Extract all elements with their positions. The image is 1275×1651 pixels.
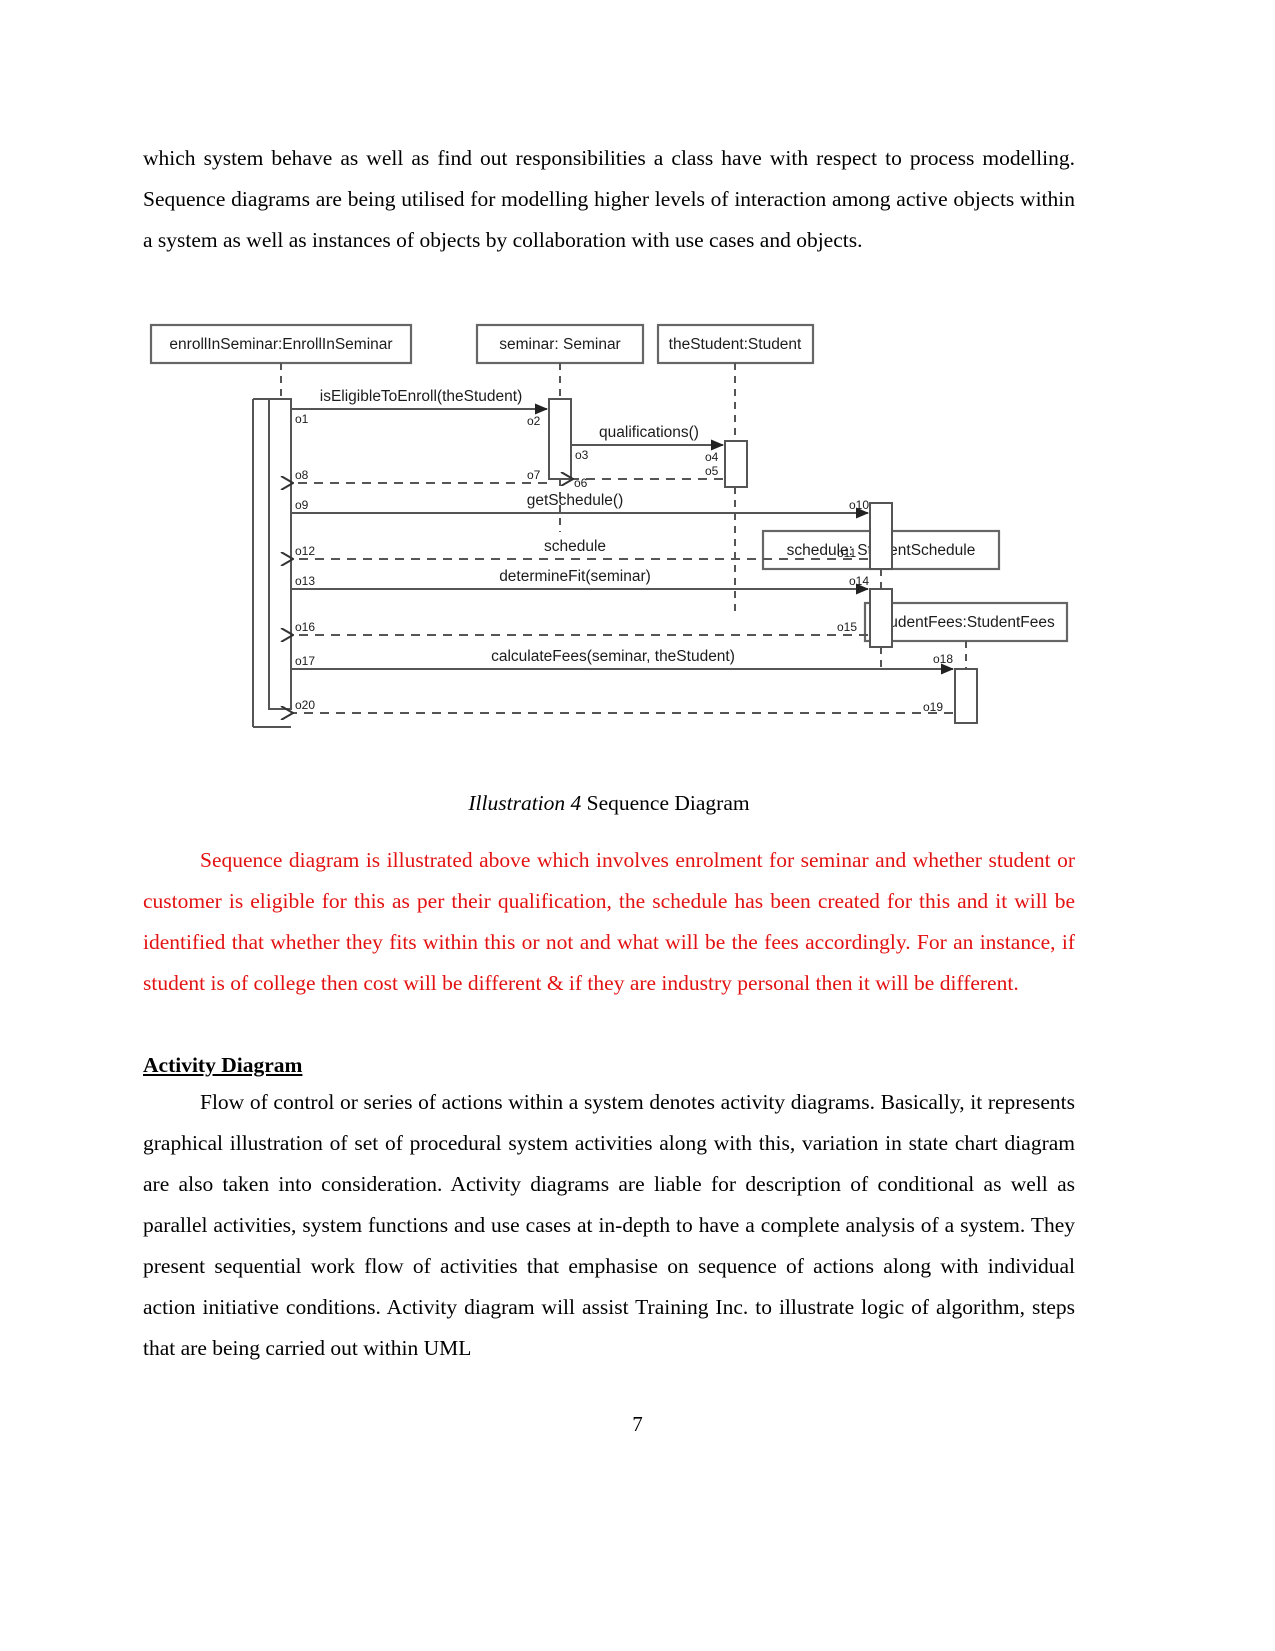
message-getSchedule: getSchedule() o9 o10 [291,492,869,519]
page-number: 7 [632,1412,643,1436]
intro-paragraph: which system behave as well as find out … [143,146,1075,252]
activation-bar-seminar [548,398,572,480]
seq-label-o6: o6 [574,476,588,490]
seq-label-o11: o11 [837,546,856,560]
lifeline-box-enroll: enrollInSeminar:EnrollInSeminar [149,323,413,365]
message-label-9: calculateFees(seminar, theStudent) [491,648,735,665]
seq-label-o1: o1 [295,412,309,426]
seq-label-o5: o5 [705,464,719,478]
return-fees-to-enroll: o19 o20 [293,698,953,714]
seq-label-o14: o14 [849,574,869,588]
seq-label-o2: o2 [527,414,541,428]
activation-bar-enroll [268,398,292,710]
seq-label-o16: o16 [295,620,315,634]
activation-bar-fees [954,668,978,724]
seq-label-o18: o18 [933,652,953,666]
document-page: which system behave as well as find out … [0,0,1275,1651]
message-qualifications: qualifications() o3 o4 [571,424,724,464]
message-label-7: determineFit(seminar) [499,568,651,585]
figure-caption-text: Sequence Diagram [581,791,750,815]
seq-label-o13: o13 [295,574,315,588]
message-label-2: qualifications() [599,424,699,441]
seq-label-o8: o8 [295,468,309,482]
message-label-5: getSchedule() [527,492,624,509]
seq-label-o12: o12 [295,544,315,558]
return-seminar-to-enroll: o7 o8 [293,468,547,483]
lifeline-label-student: theStudent:Student [669,336,802,353]
activation-bar-schedule-1 [869,502,893,570]
message-label-1: isEligibleToEnroll(theStudent) [320,388,522,405]
seq-label-o10: o10 [849,498,869,512]
message-determineFit: determineFit(seminar) o13 o14 [291,568,869,595]
activation-bar-student [724,440,748,488]
seq-label-o20: o20 [295,698,315,712]
figure-caption-label: Illustration 4 [468,791,582,815]
message-label-6: schedule [544,538,606,555]
highlighted-paragraph: Sequence diagram is illustrated above wh… [143,848,1075,995]
message-isEligibleToEnroll: isEligibleToEnroll(theStudent) o1 o2 [291,388,548,428]
seq-label-o9: o9 [295,498,309,512]
lifeline-box-student: theStudent:Student [656,323,815,365]
seq-label-o4: o4 [705,450,719,464]
return-student-to-seminar: o5 o6 [573,464,723,490]
activation-bar-schedule-2 [869,588,893,648]
lifeline-label-fees: studentFees:StudentFees [877,614,1055,631]
seq-label-o19: o19 [923,700,943,714]
sequence-diagram-figure: enrollInSeminar:EnrollInSeminar seminar:… [143,317,1075,818]
lifeline-box-seminar: seminar: Seminar [475,323,645,365]
activity-diagram-paragraph: Flow of control or series of actions wit… [143,1090,1075,1360]
activity-diagram-heading: Activity Diagram [143,1053,303,1077]
uml-sequence-diagram-svg: enrollInSeminar:EnrollInSeminar seminar:… [149,323,1069,728]
message-calculateFees: calculateFees(seminar, theStudent) o17 o… [291,648,954,675]
lifeline-label-enroll: enrollInSeminar:EnrollInSeminar [169,336,392,353]
sequence-diagram-canvas: enrollInSeminar:EnrollInSeminar seminar:… [143,317,1075,762]
seq-label-o7: o7 [527,468,541,482]
return-schedule-to-enroll: o15 o16 [293,620,868,635]
seq-label-o3: o3 [575,448,589,462]
seq-label-o17: o17 [295,654,315,668]
lifeline-label-seminar: seminar: Seminar [499,336,620,353]
figure-caption: Illustration 4 Sequence Diagram [143,788,1075,818]
seq-label-o15: o15 [837,620,857,634]
page-content: which system behave as well as find out … [143,138,1075,1369]
lifeline-box-fees: studentFees:StudentFees [863,601,1069,643]
